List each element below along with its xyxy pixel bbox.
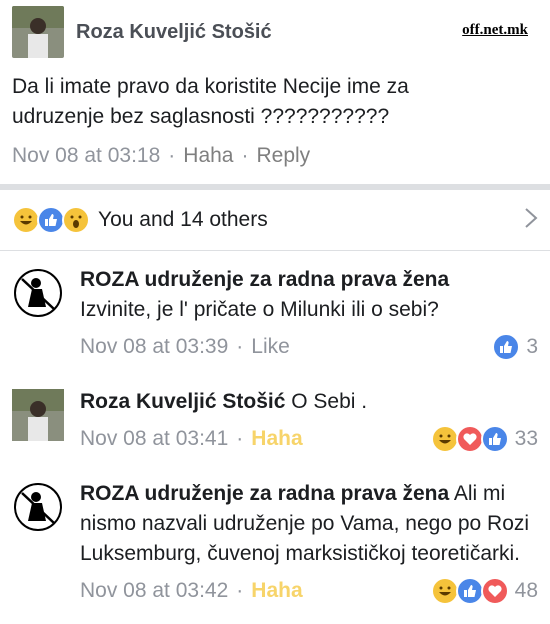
avatar[interactable]: [12, 481, 64, 533]
love-icon: [480, 577, 509, 605]
love-icon: [455, 425, 484, 453]
comment-body: O Sebi .: [291, 390, 368, 413]
haha-icon: [12, 206, 40, 234]
reaction-count: 3: [526, 335, 538, 358]
post-meta: Nov 08 at 03:18 · Haha · Reply: [12, 144, 311, 167]
comment-meta: Nov 08 at 03:39 · Like 3: [80, 329, 538, 365]
comment-reactions[interactable]: 3: [492, 333, 538, 361]
avatar[interactable]: [12, 389, 64, 441]
haha-action[interactable]: Haha: [183, 144, 233, 167]
comment-author[interactable]: Roza Kuveljić Stošić: [80, 390, 285, 413]
post-header: Roza Kuveljić Stošić: [12, 6, 538, 58]
chevron-right-icon[interactable]: [524, 205, 538, 236]
post-text: Da li imate pravo da koristite Necije im…: [12, 75, 409, 128]
comment-meta: Nov 08 at 03:41 · Haha 33: [80, 421, 538, 457]
like-action[interactable]: Like: [251, 335, 290, 359]
comment-body: Izvinite, je l' pričate o Milunki ili o …: [80, 298, 439, 321]
comment-reactions[interactable]: 33: [430, 425, 538, 453]
haha-icon: [430, 425, 459, 453]
comment-text: Roza Kuveljić Stošić O Sebi .: [80, 387, 538, 417]
comment-timestamp[interactable]: Nov 08 at 03:42: [80, 579, 228, 603]
comment-reactions[interactable]: 48: [430, 577, 538, 605]
like-icon: [37, 206, 65, 234]
post-timestamp[interactable]: Nov 08 at 03:18: [12, 144, 160, 167]
haha-action[interactable]: Haha: [251, 427, 302, 451]
reply-action[interactable]: Reply: [256, 144, 310, 167]
like-icon: [492, 333, 521, 361]
avatar[interactable]: [12, 6, 64, 58]
comment: ROZA udruženje za radna prava žena Ali m…: [0, 479, 550, 609]
reaction-count: 33: [514, 427, 538, 450]
post-author[interactable]: Roza Kuveljić Stošić: [76, 21, 272, 44]
comment-timestamp[interactable]: Nov 08 at 03:41: [80, 427, 228, 451]
reactions-text: You and 14 others: [98, 208, 268, 231]
comment-text: ROZA udruženje za radna prava žena Ali m…: [80, 479, 538, 569]
wow-icon: [62, 206, 90, 234]
haha-icon: [430, 577, 459, 605]
comment: Roza Kuveljić Stošić O Sebi . Nov 08 at …: [0, 387, 550, 457]
comment-author[interactable]: ROZA udruženje za radna prava žena: [80, 268, 449, 291]
watermark: off.net.mk: [462, 22, 528, 38]
reactions-summary[interactable]: You and 14 others: [0, 190, 550, 251]
comment-meta: Nov 08 at 03:42 · Haha 48: [80, 573, 538, 609]
comment: ROZA udruženje za radna prava žena Izvin…: [0, 265, 550, 365]
avatar[interactable]: [12, 267, 64, 319]
comment-text: ROZA udruženje za radna prava žena Izvin…: [80, 265, 538, 325]
comment-author[interactable]: ROZA udruženje za radna prava žena: [80, 482, 449, 505]
comment-timestamp[interactable]: Nov 08 at 03:39: [80, 335, 228, 359]
haha-action[interactable]: Haha: [251, 579, 302, 603]
like-icon: [455, 577, 484, 605]
like-icon: [480, 425, 509, 453]
reaction-count: 48: [514, 579, 538, 602]
